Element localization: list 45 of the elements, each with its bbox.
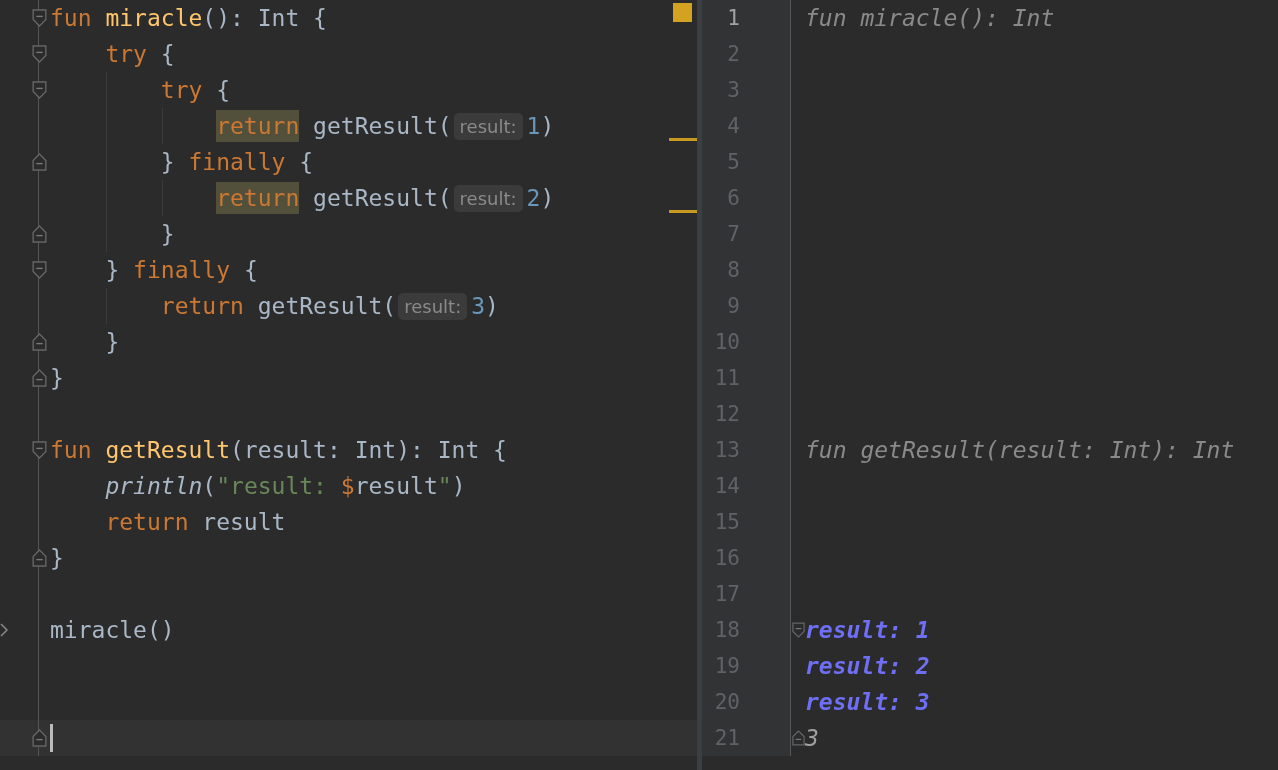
- code-text: return result: [105, 509, 286, 535]
- fold-icon[interactable]: [791, 621, 805, 639]
- code-text: getResult(: [312, 185, 452, 211]
- code-text: return getResult(: [160, 293, 397, 319]
- unfold-icon[interactable]: [31, 333, 47, 351]
- fold-icon[interactable]: [31, 261, 47, 279]
- fold-icon[interactable]: [31, 45, 47, 63]
- code-text: 2): [526, 185, 555, 211]
- fold-icon[interactable]: [31, 9, 47, 27]
- highlighted-keyword: return: [216, 110, 300, 142]
- code-text: }: [50, 545, 64, 571]
- highlighted-keyword: return: [216, 182, 300, 214]
- inlay-hint: result:: [453, 184, 523, 212]
- fold-icon[interactable]: [31, 81, 47, 99]
- text-cursor: [50, 724, 53, 752]
- line-number: 1: [726, 6, 740, 30]
- result-text: fun getResult(result: Int): Int: [805, 437, 1235, 463]
- code-text: println("result: $result"): [105, 473, 466, 499]
- code-text: getResult(: [312, 113, 452, 139]
- code-text: 1): [526, 113, 555, 139]
- code-text: }: [160, 221, 175, 247]
- code-text: try {: [160, 77, 231, 103]
- code-text: }: [105, 329, 120, 355]
- code-text: 3): [471, 293, 499, 319]
- code-text: try {: [105, 41, 175, 67]
- unfold-icon[interactable]: [31, 225, 47, 243]
- inlay-hint: result:: [453, 112, 523, 140]
- fold-icon[interactable]: [31, 441, 47, 459]
- result-text: fun miracle(): Int: [805, 5, 1055, 31]
- code-text: fun miracle(): Int {: [50, 5, 327, 31]
- result-text: result: 1: [805, 617, 930, 643]
- result-text: result: 2: [805, 653, 930, 679]
- code-text: }: [50, 365, 64, 391]
- inlay-hint: result:: [398, 292, 468, 320]
- result-text: 3: [805, 725, 819, 751]
- code-text: fun getResult(result: Int): Int {: [50, 437, 507, 463]
- unfold-icon[interactable]: [31, 729, 47, 747]
- code-text: miracle(): [50, 617, 175, 643]
- code-text: } finally {: [160, 149, 314, 175]
- unfold-icon[interactable]: [31, 153, 47, 171]
- result-text: result: 3: [805, 689, 930, 715]
- code-text: } finally {: [105, 257, 258, 283]
- unfold-icon[interactable]: [31, 369, 47, 387]
- unfold-icon[interactable]: [791, 729, 805, 747]
- unfold-icon[interactable]: [31, 549, 47, 567]
